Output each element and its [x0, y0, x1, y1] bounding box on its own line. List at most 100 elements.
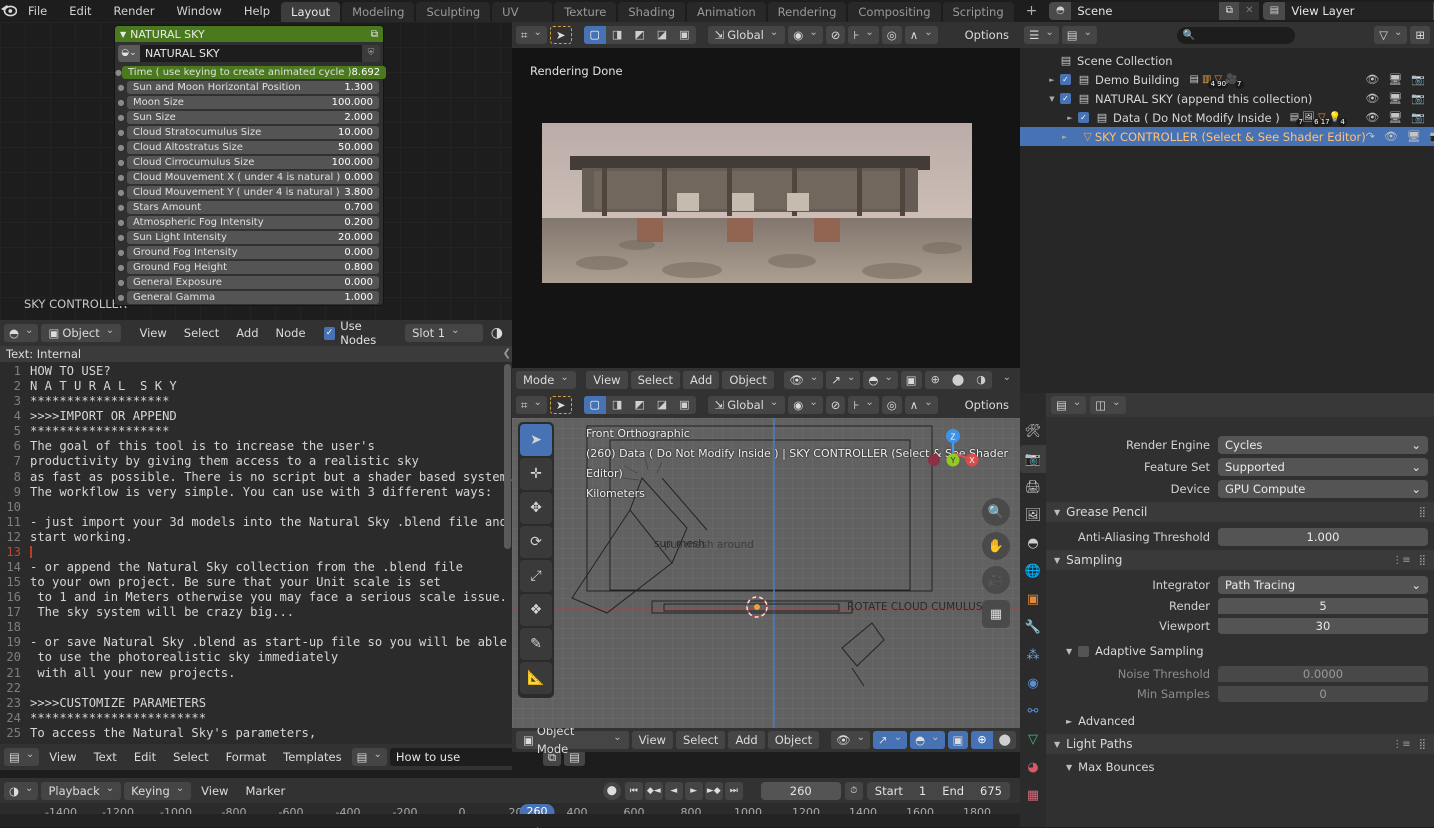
natural-sky-property-row[interactable]: ● Cloud Mouvement X ( under 4 is natural …	[115, 170, 379, 184]
drag-handle-icon[interactable]: ⣿	[1419, 739, 1426, 750]
navigation-gizmo[interactable]: Z X Y	[926, 426, 980, 480]
animate-dot-icon[interactable]: ●	[115, 263, 127, 272]
prop-tab-tool-icon[interactable]: 🛠	[1020, 417, 1046, 445]
natural-sky-property-row[interactable]: ● Sun and Moon Horizontal Position 1.300	[115, 80, 379, 94]
outliner-row[interactable]: ►✓ ▤ Data ( Do Not Modify Inside ) ▤7🖼6▽17💡…	[1020, 108, 1434, 127]
natural-sky-property-field[interactable]: Cloud Mouvement X ( under 4 is natural )…	[127, 170, 379, 184]
jump-end-icon[interactable]: ⏭	[724, 781, 743, 800]
natural-sky-property-field[interactable]: Time ( use keying to create animated cyc…	[121, 65, 387, 79]
playback-menu[interactable]: Playback	[41, 781, 122, 800]
xray-icon[interactable]: ▣	[900, 371, 922, 389]
disable-in-render-icon[interactable]: 📷	[1411, 92, 1425, 105]
animate-dot-icon[interactable]: ●	[115, 278, 127, 287]
shading-wireframe-icon[interactable]: ⊕	[925, 371, 946, 389]
timeline-menu-marker[interactable]: Marker	[238, 782, 292, 800]
natural-sky-property-row[interactable]: ● Cloud Cirrocumulus Size 100.000	[115, 155, 379, 169]
tab-shading[interactable]: Shading	[618, 2, 686, 22]
viewport-menu-view[interactable]: View	[586, 371, 628, 389]
natural-sky-property-field[interactable]: Sun Light Intensity 20.000	[127, 230, 379, 244]
natural-sky-property-row[interactable]: ● Cloud Stratocumulus Size 10.000	[115, 125, 379, 139]
line-text[interactable]: - or append the Natural Sky collection f…	[30, 560, 463, 575]
animate-dot-icon[interactable]: ●	[115, 113, 127, 122]
line-text[interactable]: HOW TO USE?	[30, 364, 111, 379]
natural-sky-property-field[interactable]: Cloud Altostratus Size 50.000	[127, 140, 379, 154]
prop-tab-modifier-icon[interactable]: 🔧	[1020, 613, 1046, 641]
line-text[interactable]: productivity by giving them access to a …	[30, 454, 419, 469]
grease-pencil-panel-header[interactable]: ▼ Grease Pencil ⣿	[1046, 502, 1434, 522]
tool-rotate-icon[interactable]: ⟳	[520, 526, 552, 558]
natural-sky-property-field[interactable]: Cloud Mouvement Y ( under 4 is natural )…	[127, 185, 379, 199]
viewport-select-intersect-icon[interactable]: ▣	[673, 396, 695, 414]
line-text[interactable]: N A T U R A L S K Y	[30, 379, 177, 394]
natural-sky-property-field[interactable]: Ground Fog Height 0.800	[127, 260, 379, 274]
shading-material-icon[interactable]: ◑	[970, 371, 991, 389]
pan-hand-icon[interactable]: ✋	[982, 532, 1010, 560]
line-text[interactable]: The workflow is very simple. You can use…	[30, 485, 492, 500]
outliner-display-icon[interactable]: ▤	[1061, 26, 1097, 44]
overlays-icon[interactable]: ◓	[863, 371, 898, 389]
tool-transform-icon[interactable]: ❖	[520, 594, 552, 626]
text-menu-view[interactable]: View	[42, 748, 83, 766]
tab-animation[interactable]: Animation	[687, 2, 766, 22]
animate-dot-icon[interactable]: ●	[115, 233, 127, 242]
menu-window[interactable]: Window	[165, 0, 232, 22]
noise-threshold-field[interactable]: 0.0000	[1218, 666, 1428, 682]
viewport-select-subtract-icon[interactable]: ◩	[628, 396, 650, 414]
timeline-keyframe-strip[interactable]	[0, 814, 1020, 827]
hide-in-viewport-icon[interactable]: 👁	[1365, 111, 1379, 124]
outliner-row[interactable]: ▤ Scene Collection	[1020, 51, 1434, 70]
timeline-editor-type-icon[interactable]: ◑	[4, 781, 39, 800]
footer-xray-icon[interactable]: ▣	[947, 731, 969, 749]
select-mode-group[interactable]: ▢ ◨ ◩ ◪ ▣	[583, 26, 696, 44]
line-text[interactable]: The sky system will be crazy big...	[30, 605, 294, 620]
animate-dot-icon[interactable]: ●	[115, 158, 127, 167]
properties-breadcrumb-icon[interactable]: ◫	[1090, 396, 1126, 414]
preset-icon[interactable]: ⋮≡	[1392, 555, 1410, 566]
delete-scene-button[interactable]: ✕	[1239, 2, 1260, 20]
tab-scripting[interactable]: Scripting	[942, 2, 1014, 22]
prop-tab-constraints-icon[interactable]: ⚯	[1020, 697, 1046, 725]
disable-in-render-icon[interactable]: 📷	[1411, 73, 1425, 86]
viewport-menu-object[interactable]: Object	[722, 371, 774, 389]
select-extend-icon[interactable]: ◨	[606, 26, 628, 44]
natural-sky-name-field[interactable]: NATURAL SKY	[140, 45, 362, 62]
expand-twisty-icon[interactable]: ►	[1062, 114, 1078, 122]
viewport-magnet-icon[interactable]: ⊘	[825, 396, 846, 414]
natural-sky-property-field[interactable]: General Exposure 0.000	[127, 275, 379, 289]
disable-in-render-icon[interactable]: 📷	[1430, 130, 1434, 143]
prop-tab-viewlayer-icon[interactable]: 🖼	[1020, 501, 1046, 529]
animate-dot-icon[interactable]: ●	[115, 203, 127, 212]
text-menu-templates[interactable]: Templates	[276, 748, 348, 766]
tab-modeling[interactable]: Modeling	[342, 2, 415, 22]
select-box-icon[interactable]: ▢	[583, 26, 606, 44]
natural-sky-property-row[interactable]: ● Cloud Altostratus Size 50.000	[115, 140, 379, 154]
jump-start-icon[interactable]: ⏮	[624, 781, 643, 800]
end-frame-value[interactable]: 675	[972, 782, 1010, 800]
pivot-point-icon[interactable]: ◉	[788, 26, 823, 44]
copy-icon[interactable]: ⧉	[371, 29, 378, 40]
visibility-icon[interactable]: 👁	[784, 371, 824, 389]
exclude-checkbox[interactable]: ✓	[1078, 112, 1089, 123]
shader-menu-view[interactable]: View	[132, 324, 173, 342]
render-options-button[interactable]: Options	[958, 26, 1016, 44]
line-text[interactable]: - or save Natural Sky .blend as start-up…	[30, 635, 507, 650]
tab-rendering[interactable]: Rendering	[767, 2, 847, 22]
text-editor-type-icon[interactable]: ▤	[4, 748, 40, 766]
object-mode-selector[interactable]: ▣ Object Mode	[516, 724, 629, 756]
animate-dot-icon[interactable]: ●	[115, 248, 127, 257]
viewlayer-selector[interactable]: ▤ View Layer ⧉ ✕	[1263, 2, 1434, 20]
material-sphere-icon[interactable]: ◑	[486, 324, 508, 342]
use-preview-range-icon[interactable]: ⏱	[844, 781, 863, 800]
tool-annotate-icon[interactable]: ✎	[520, 628, 552, 660]
editor-type-selector[interactable]: ◓	[4, 324, 39, 342]
light-paths-panel-header[interactable]: ▼ Light Paths ⋮≡ ⣿	[1046, 734, 1434, 754]
natural-sky-panel-title[interactable]: ▼ NATURAL SKY ⧉	[115, 26, 383, 42]
next-keyframe-icon[interactable]: ►◆	[704, 781, 723, 800]
animate-dot-icon[interactable]: ●	[115, 98, 127, 107]
viewport-falloff-icon[interactable]: ∧	[904, 396, 938, 414]
viewlayer-name[interactable]: View Layer	[1285, 2, 1433, 20]
tool-move-icon[interactable]: ✥	[520, 492, 552, 524]
drag-handle-icon[interactable]: ⣿	[1419, 507, 1426, 518]
hide-in-viewport-icon[interactable]: 👁	[1384, 130, 1398, 143]
transform-orientation-selector[interactable]: ⇲ Global	[707, 26, 786, 44]
